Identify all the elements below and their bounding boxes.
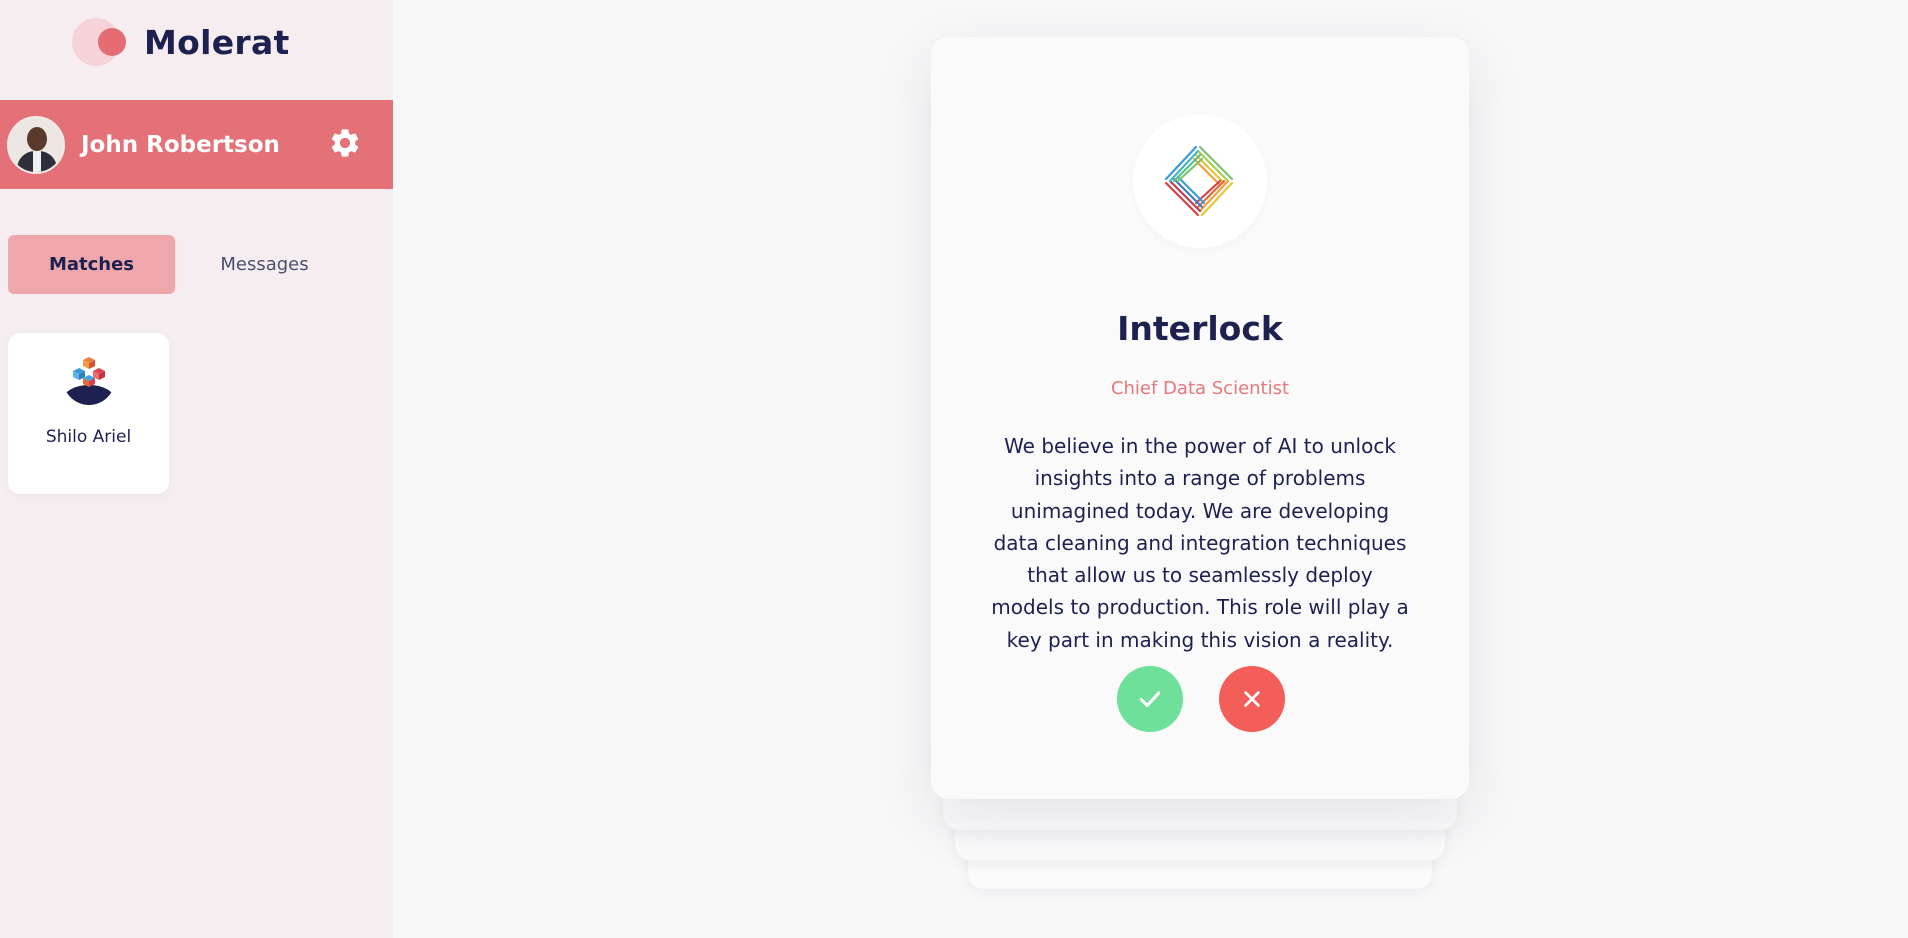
tab-matches[interactable]: Matches — [8, 235, 175, 294]
tab-messages[interactable]: Messages — [181, 235, 348, 294]
reject-button[interactable] — [1219, 666, 1285, 732]
cube-logo-icon — [62, 353, 115, 405]
match-name: Shilo Ariel — [45, 427, 132, 447]
job-title: Chief Data Scientist — [1110, 378, 1290, 399]
close-icon — [1244, 691, 1260, 707]
company-logo-icon — [1133, 114, 1267, 248]
check-icon — [1139, 691, 1161, 708]
job-description: We believe in the power of AI to unlock … — [991, 434, 1409, 652]
main-area: Interlock Chief Data Scientist We believ… — [393, 0, 1908, 938]
match-card[interactable]: Shilo Ariel — [8, 333, 169, 494]
accept-button[interactable] — [1117, 666, 1183, 732]
app-logo[interactable]: Molerat — [70, 14, 290, 70]
app-name: Molerat — [144, 22, 290, 62]
job-card: Interlock Chief Data Scientist We believ… — [931, 37, 1469, 799]
tab-bar: Matches Messages — [8, 235, 348, 294]
sidebar: Molerat John Robertson Matches Messages — [0, 0, 393, 938]
molerat-logo-icon — [70, 16, 130, 68]
user-bar: John Robertson — [0, 100, 393, 189]
user-name: John Robertson — [81, 131, 280, 158]
avatar[interactable] — [7, 115, 65, 174]
gear-icon[interactable] — [328, 126, 362, 160]
company-name: Interlock — [1117, 309, 1283, 348]
